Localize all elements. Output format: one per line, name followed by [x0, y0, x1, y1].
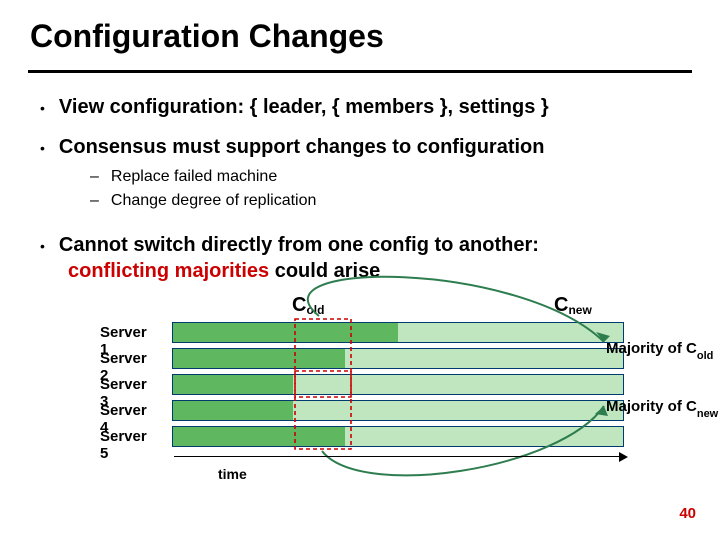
- bullet-consensus: • Consensus must support changes to confi…: [40, 136, 545, 159]
- timeline-track: [172, 400, 624, 421]
- bullet-dot: •: [40, 100, 45, 116]
- timeline-old-fill: [173, 349, 345, 368]
- highlight-text: conflicting majorities: [68, 260, 269, 282]
- bullet-dot: •: [40, 140, 45, 156]
- subbullet-text: Replace failed machine: [111, 168, 277, 185]
- bullet-text: could arise: [269, 260, 380, 282]
- page-number: 40: [679, 505, 696, 522]
- time-label: time: [218, 466, 247, 482]
- bullet-conflicting: conflicting majorities could arise: [68, 260, 380, 283]
- subbullet-text: Change degree of replication: [111, 192, 316, 209]
- timeline-old-fill: [173, 323, 398, 342]
- bullet-view-config: • View configuration: { leader, { members…: [40, 96, 549, 119]
- subbullet-replace: –Replace failed machine: [90, 168, 277, 186]
- label-majority-new: Majority of Cnew: [606, 398, 718, 418]
- slide: Configuration Changes • View configuratio…: [0, 0, 720, 540]
- bullet-text: Consensus must support changes to config…: [59, 136, 545, 158]
- timeline-old-fill: [173, 375, 293, 394]
- label-majority-old: Majority of Cold: [606, 340, 713, 360]
- dash-icon: –: [90, 192, 99, 209]
- timeline-track: [172, 374, 624, 395]
- label-c-old: Cold: [292, 294, 324, 317]
- timeline-track: [172, 322, 624, 343]
- divider: [28, 70, 692, 73]
- bullet-dot: •: [40, 238, 45, 254]
- bullet-cannot-switch: • Cannot switch directly from one config …: [40, 234, 539, 257]
- subbullet-degree: –Change degree of replication: [90, 192, 316, 210]
- page-title: Configuration Changes: [30, 18, 384, 55]
- timeline-track: [172, 426, 624, 447]
- server-label: Server 5: [100, 428, 147, 462]
- bullet-text: View configuration: { leader, { members …: [59, 96, 549, 118]
- timeline-track: [172, 348, 624, 369]
- label-c-new: Cnew: [554, 294, 592, 317]
- time-axis: [174, 456, 626, 457]
- bullet-text: Cannot switch directly from one config t…: [59, 234, 539, 256]
- timeline-old-fill: [173, 401, 293, 420]
- dash-icon: –: [90, 168, 99, 185]
- timeline-old-fill: [173, 427, 345, 446]
